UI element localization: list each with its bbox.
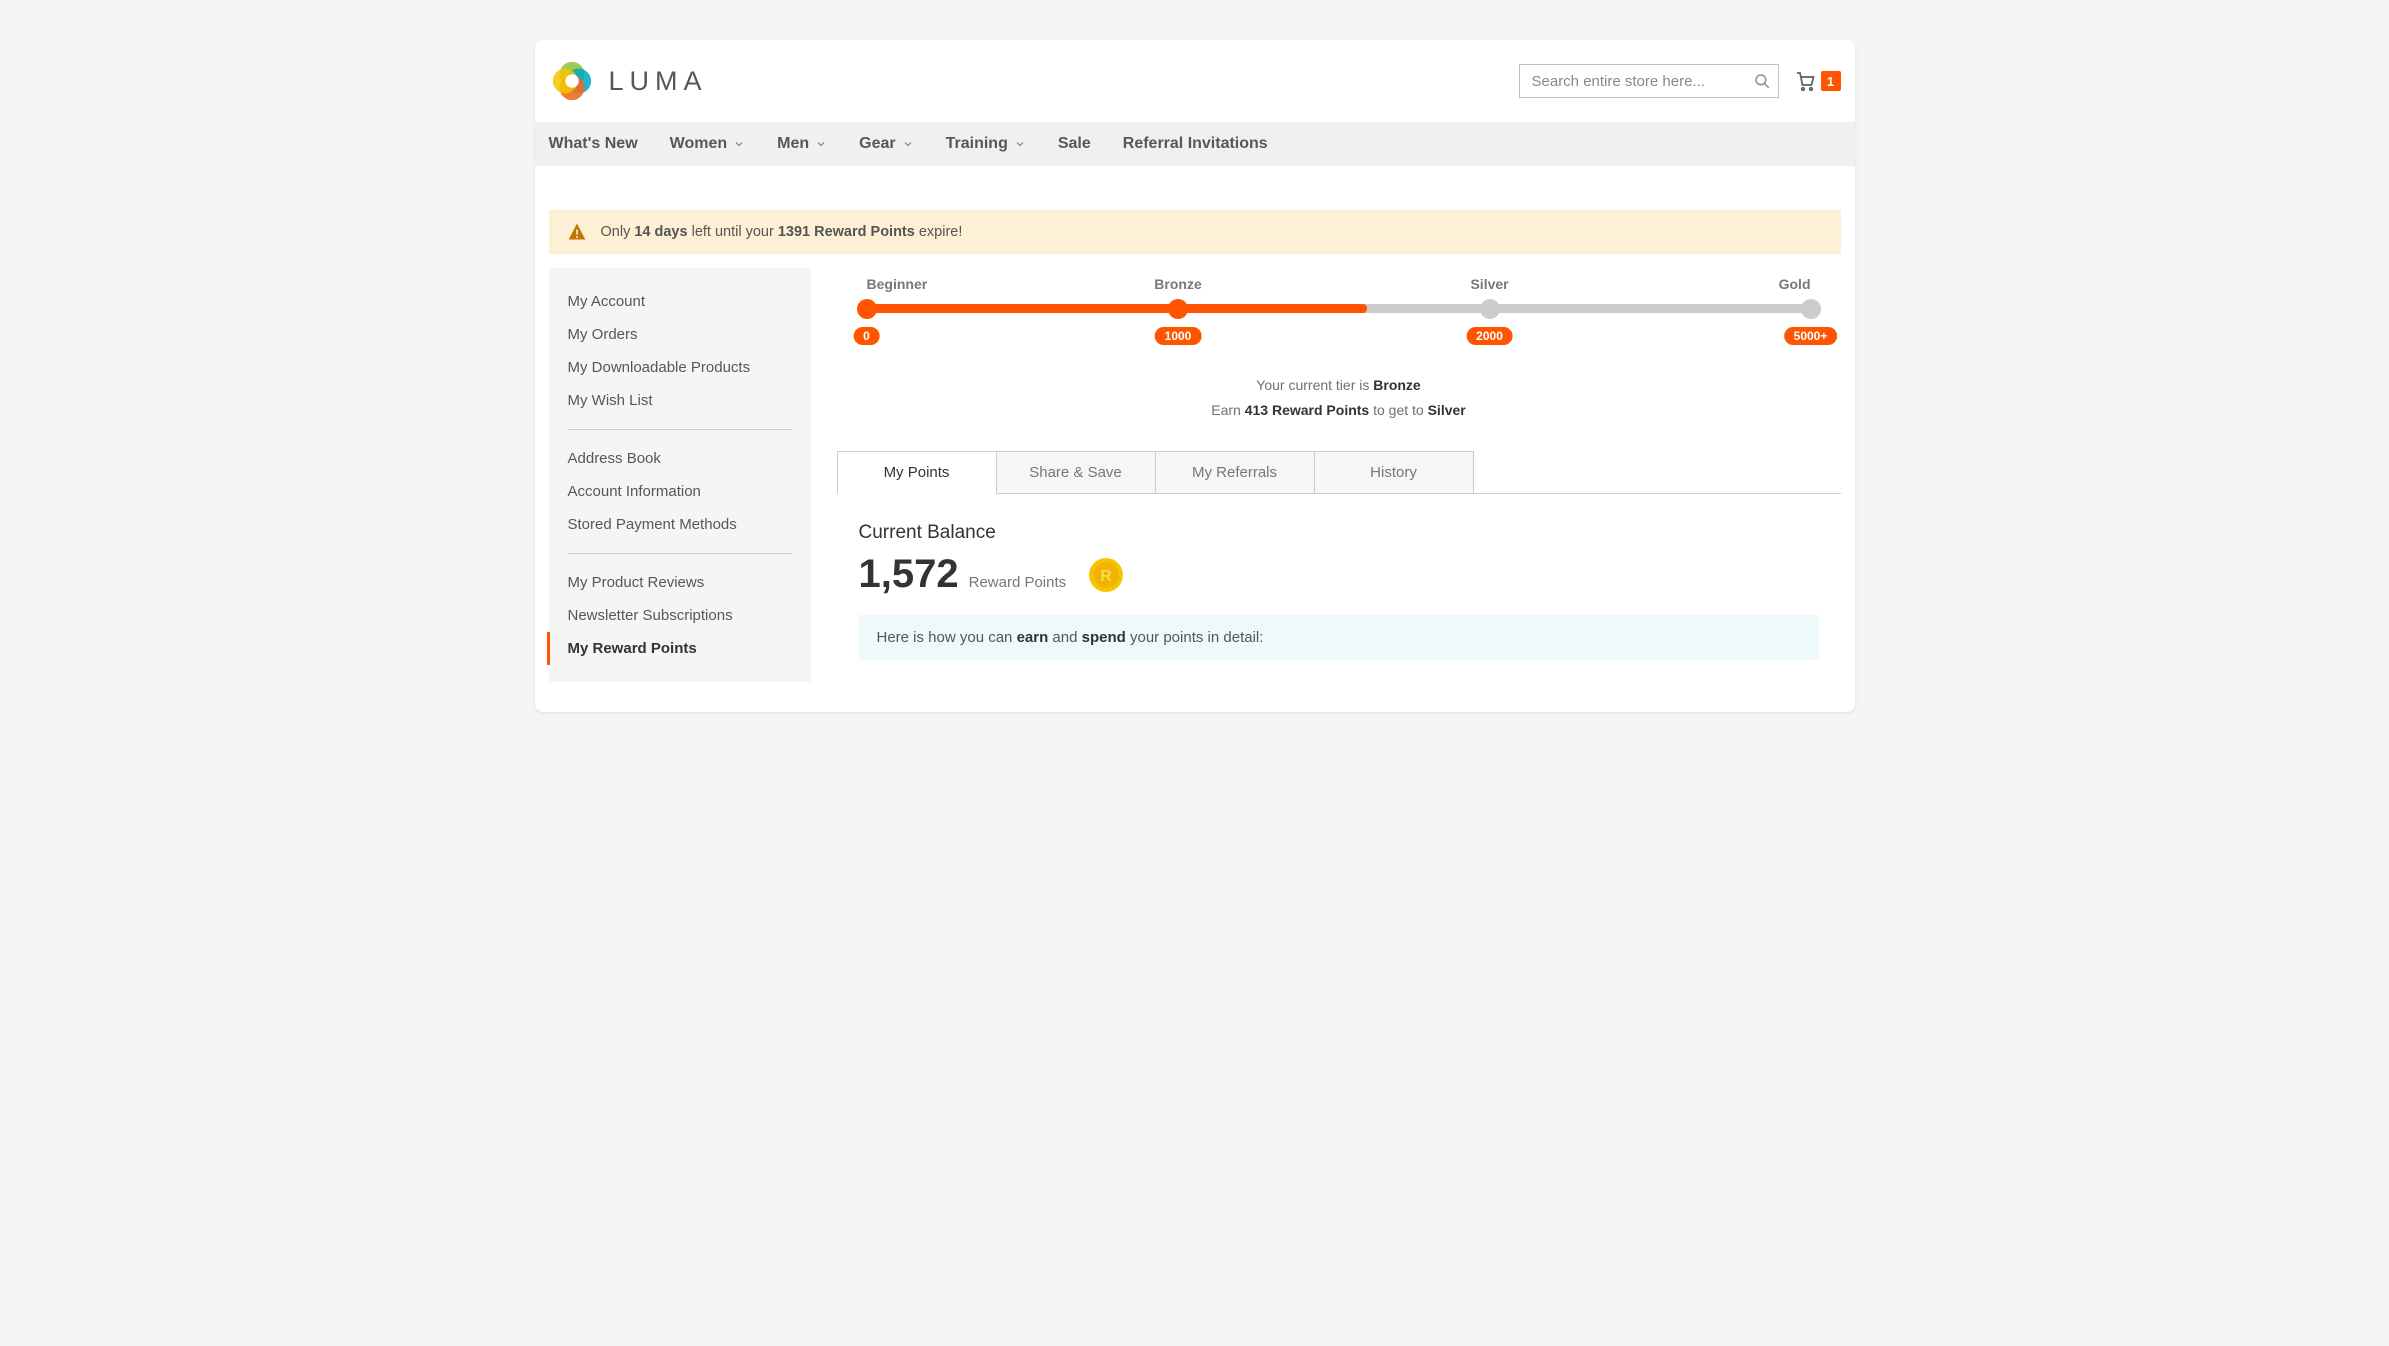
- nav-item-label: Referral Invitations: [1123, 135, 1268, 153]
- rewards-tabs: My PointsShare & SaveMy ReferralsHistory: [837, 451, 1841, 494]
- tab-my-points[interactable]: My Points: [837, 451, 997, 494]
- header: LUMA 1: [535, 40, 1855, 122]
- sidebar-item-address-book[interactable]: Address Book: [568, 442, 792, 475]
- nav-item-label: What's New: [549, 135, 638, 153]
- sidebar-item-account-information[interactable]: Account Information: [568, 475, 792, 508]
- nav-item-men[interactable]: Men: [777, 122, 845, 166]
- search-field[interactable]: [1519, 64, 1779, 98]
- cart[interactable]: 1: [1793, 69, 1841, 93]
- tier-bar-fill: [867, 304, 1367, 313]
- nav-item-label: Gear: [859, 135, 895, 153]
- header-right: 1: [1519, 64, 1841, 98]
- sidebar-item-stored-payment-methods[interactable]: Stored Payment Methods: [568, 508, 792, 541]
- tab-share-save[interactable]: Share & Save: [996, 451, 1156, 493]
- tier-label-gold: Gold: [1779, 276, 1811, 292]
- tab-history[interactable]: History: [1314, 451, 1474, 493]
- tier-dot-gold: [1801, 299, 1821, 319]
- tier-label-bronze: Bronze: [1154, 276, 1201, 292]
- tier-threshold-silver: 2000: [1466, 327, 1513, 345]
- svg-text:R: R: [1100, 568, 1112, 585]
- logo-icon: [549, 58, 595, 104]
- tier-dot-bronze: [1168, 299, 1188, 319]
- balance-block: Current Balance 1,572 Reward Points R He…: [837, 494, 1841, 678]
- nav-item-sale[interactable]: Sale: [1058, 122, 1109, 166]
- tier-dot-beginner: [857, 299, 877, 319]
- tier-progress: BeginnerBronzeSilverGold 0100020005000+: [867, 276, 1811, 349]
- main-panel: BeginnerBronzeSilverGold 0100020005000+ …: [837, 268, 1841, 682]
- nav-item-label: Men: [777, 135, 809, 153]
- search-input[interactable]: [1519, 64, 1779, 98]
- app-window: LUMA 1 What's New Women Men Gear Training Sal…: [535, 40, 1855, 712]
- info-strip: Here is how you can earn and spend your …: [859, 615, 1819, 660]
- sidebar-item-newsletter-subscriptions[interactable]: Newsletter Subscriptions: [568, 599, 792, 632]
- search-icon[interactable]: [1753, 72, 1771, 90]
- balance-unit: Reward Points: [969, 574, 1067, 591]
- cart-icon: [1793, 69, 1817, 93]
- nav-item-what-s-new[interactable]: What's New: [549, 122, 656, 166]
- nav-item-gear[interactable]: Gear: [859, 122, 931, 166]
- tier-status-text: Your current tier is Bronze Earn 413 Rew…: [837, 373, 1841, 423]
- alert-text: Only 14 days left until your 1391 Reward…: [601, 224, 963, 240]
- tier-threshold-bronze: 1000: [1155, 327, 1202, 345]
- balance-heading: Current Balance: [859, 522, 1819, 544]
- chevron-down-icon: [902, 138, 914, 150]
- logo[interactable]: LUMA: [549, 58, 708, 104]
- sidebar-item-my-reward-points[interactable]: My Reward Points: [547, 632, 792, 665]
- nav-item-referral-invitations[interactable]: Referral Invitations: [1123, 122, 1286, 166]
- nav-item-women[interactable]: Women: [670, 122, 763, 166]
- sidebar-item-my-wish-list[interactable]: My Wish List: [568, 384, 792, 417]
- sidebar-divider: [568, 553, 792, 554]
- tier-bar: [867, 304, 1811, 313]
- sidebar-item-my-product-reviews[interactable]: My Product Reviews: [568, 566, 792, 599]
- nav-item-label: Training: [946, 135, 1008, 153]
- account-sidebar: My AccountMy OrdersMy Downloadable Produ…: [549, 268, 811, 682]
- cart-count-badge: 1: [1821, 71, 1841, 91]
- rewards-expiry-alert: Only 14 days left until your 1391 Reward…: [549, 210, 1841, 254]
- chevron-down-icon: [815, 138, 827, 150]
- sidebar-divider: [568, 429, 792, 430]
- sidebar-item-my-downloadable-products[interactable]: My Downloadable Products: [568, 351, 792, 384]
- sidebar-item-my-account[interactable]: My Account: [568, 285, 792, 318]
- tier-threshold-beginner: 0: [853, 327, 880, 345]
- tab-my-referrals[interactable]: My Referrals: [1155, 451, 1315, 493]
- coin-icon: R: [1088, 557, 1124, 593]
- tier-dot-silver: [1480, 299, 1500, 319]
- chevron-down-icon: [733, 138, 745, 150]
- content: Only 14 days left until your 1391 Reward…: [535, 166, 1855, 712]
- chevron-down-icon: [1014, 138, 1026, 150]
- main-nav: What's New Women Men Gear Training Sale Referr…: [535, 122, 1855, 166]
- nav-item-label: Women: [670, 135, 727, 153]
- nav-item-training[interactable]: Training: [946, 122, 1044, 166]
- brand-name: LUMA: [609, 66, 708, 97]
- tier-threshold-gold: 5000+: [1784, 327, 1838, 345]
- tier-label-silver: Silver: [1470, 276, 1508, 292]
- balance-value: 1,572: [859, 552, 959, 597]
- tier-label-beginner: Beginner: [867, 276, 928, 292]
- nav-item-label: Sale: [1058, 135, 1091, 153]
- warning-icon: [567, 222, 587, 242]
- sidebar-item-my-orders[interactable]: My Orders: [568, 318, 792, 351]
